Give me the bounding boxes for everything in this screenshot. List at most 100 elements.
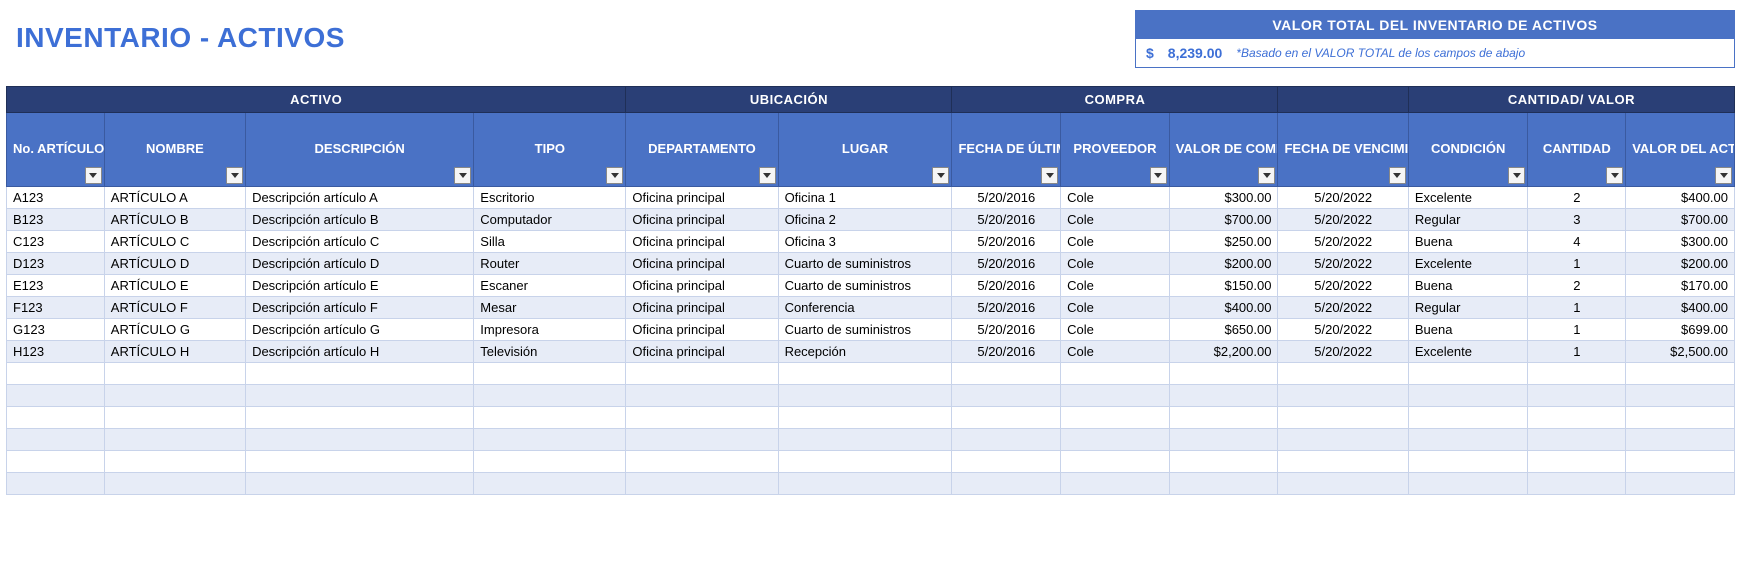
cell-dep[interactable]: Oficina principal [626,319,778,341]
cell-empty[interactable] [474,363,626,385]
cell-tipo[interactable]: Televisión [474,341,626,363]
cell-empty[interactable] [1408,429,1528,451]
cell-fup[interactable]: 5/20/2016 [952,253,1061,275]
cell-fvg[interactable]: 5/20/2022 [1278,209,1408,231]
cell-empty[interactable] [1528,429,1626,451]
cell-nombre[interactable]: ARTÍCULO D [104,253,245,275]
cell-prov[interactable]: Cole [1061,209,1170,231]
cell-empty[interactable] [246,385,474,407]
cell-cond[interactable]: Buena [1408,275,1528,297]
cell-val[interactable]: $2,500.00 [1626,341,1735,363]
cell-empty[interactable] [1408,407,1528,429]
cell-empty[interactable] [1408,473,1528,495]
cell-empty[interactable] [1169,385,1278,407]
cell-empty[interactable] [1408,363,1528,385]
cell-cant[interactable]: 4 [1528,231,1626,253]
cell-empty[interactable] [246,429,474,451]
cell-tipo[interactable]: Escaner [474,275,626,297]
cell-lugar[interactable]: Cuarto de suministros [778,319,952,341]
cell-empty[interactable] [778,473,952,495]
cell-lugar[interactable]: Cuarto de suministros [778,253,952,275]
cell-empty[interactable] [1278,429,1408,451]
cell-val[interactable]: $200.00 [1626,253,1735,275]
cell-empty[interactable] [474,407,626,429]
cell-empty[interactable] [1626,429,1735,451]
cell-dep[interactable]: Oficina principal [626,187,778,209]
col-proveedor-filter-button[interactable] [1150,167,1167,184]
cell-tipo[interactable]: Router [474,253,626,275]
cell-dep[interactable]: Oficina principal [626,231,778,253]
cell-empty[interactable] [104,407,245,429]
cell-tipo[interactable]: Escritorio [474,187,626,209]
cell-cant[interactable]: 3 [1528,209,1626,231]
cell-no[interactable]: F123 [7,297,105,319]
cell-empty[interactable] [952,451,1061,473]
cell-prov[interactable]: Cole [1061,253,1170,275]
cell-fvg[interactable]: 5/20/2022 [1278,231,1408,253]
cell-empty[interactable] [7,429,105,451]
cell-empty[interactable] [7,363,105,385]
cell-desc[interactable]: Descripción artículo D [246,253,474,275]
cell-vcpa[interactable]: $2,200.00 [1169,341,1278,363]
cell-cant[interactable]: 1 [1528,297,1626,319]
cell-empty[interactable] [7,385,105,407]
cell-val[interactable]: $699.00 [1626,319,1735,341]
cell-fvg[interactable]: 5/20/2022 [1278,297,1408,319]
cell-lugar[interactable]: Conferencia [778,297,952,319]
cell-empty[interactable] [1278,407,1408,429]
cell-empty[interactable] [1626,385,1735,407]
cell-fup[interactable]: 5/20/2016 [952,275,1061,297]
cell-empty[interactable] [1061,451,1170,473]
cell-prov[interactable]: Cole [1061,187,1170,209]
cell-dep[interactable]: Oficina principal [626,209,778,231]
col-descripcion-filter-button[interactable] [454,167,471,184]
cell-empty[interactable] [626,473,778,495]
cell-desc[interactable]: Descripción artículo G [246,319,474,341]
cell-empty[interactable] [1528,473,1626,495]
cell-cond[interactable]: Excelente [1408,341,1528,363]
cell-empty[interactable] [246,473,474,495]
cell-empty[interactable] [952,473,1061,495]
cell-empty[interactable] [1528,451,1626,473]
cell-val[interactable]: $300.00 [1626,231,1735,253]
cell-nombre[interactable]: ARTÍCULO G [104,319,245,341]
cell-vcpa[interactable]: $300.00 [1169,187,1278,209]
cell-fup[interactable]: 5/20/2016 [952,187,1061,209]
cell-empty[interactable] [1169,363,1278,385]
cell-vcpa[interactable]: $400.00 [1169,297,1278,319]
cell-dep[interactable]: Oficina principal [626,341,778,363]
cell-cant[interactable]: 2 [1528,275,1626,297]
col-fecha-vencimiento-garantia-filter-button[interactable] [1389,167,1406,184]
cell-empty[interactable] [1061,429,1170,451]
cell-nombre[interactable]: ARTÍCULO E [104,275,245,297]
cell-nombre[interactable]: ARTÍCULO C [104,231,245,253]
cell-fup[interactable]: 5/20/2016 [952,231,1061,253]
cell-cond[interactable]: Excelente [1408,187,1528,209]
cell-lugar[interactable]: Oficina 1 [778,187,952,209]
cell-desc[interactable]: Descripción artículo H [246,341,474,363]
cell-val[interactable]: $400.00 [1626,187,1735,209]
cell-empty[interactable] [952,363,1061,385]
cell-empty[interactable] [1169,451,1278,473]
cell-no[interactable]: H123 [7,341,105,363]
cell-empty[interactable] [246,363,474,385]
cell-empty[interactable] [474,451,626,473]
cell-desc[interactable]: Descripción artículo B [246,209,474,231]
cell-lugar[interactable]: Oficina 2 [778,209,952,231]
col-fecha-ultimo-pedido-filter-button[interactable] [1041,167,1058,184]
cell-prov[interactable]: Cole [1061,297,1170,319]
cell-dep[interactable]: Oficina principal [626,275,778,297]
cell-empty[interactable] [1061,407,1170,429]
cell-empty[interactable] [1061,363,1170,385]
cell-fvg[interactable]: 5/20/2022 [1278,341,1408,363]
cell-empty[interactable] [778,429,952,451]
cell-nombre[interactable]: ARTÍCULO B [104,209,245,231]
cell-vcpa[interactable]: $250.00 [1169,231,1278,253]
cell-empty[interactable] [7,407,105,429]
col-departamento-filter-button[interactable] [759,167,776,184]
col-no-articulo-filter-button[interactable] [85,167,102,184]
cell-desc[interactable]: Descripción artículo C [246,231,474,253]
cell-fup[interactable]: 5/20/2016 [952,341,1061,363]
cell-lugar[interactable]: Oficina 3 [778,231,952,253]
cell-tipo[interactable]: Impresora [474,319,626,341]
